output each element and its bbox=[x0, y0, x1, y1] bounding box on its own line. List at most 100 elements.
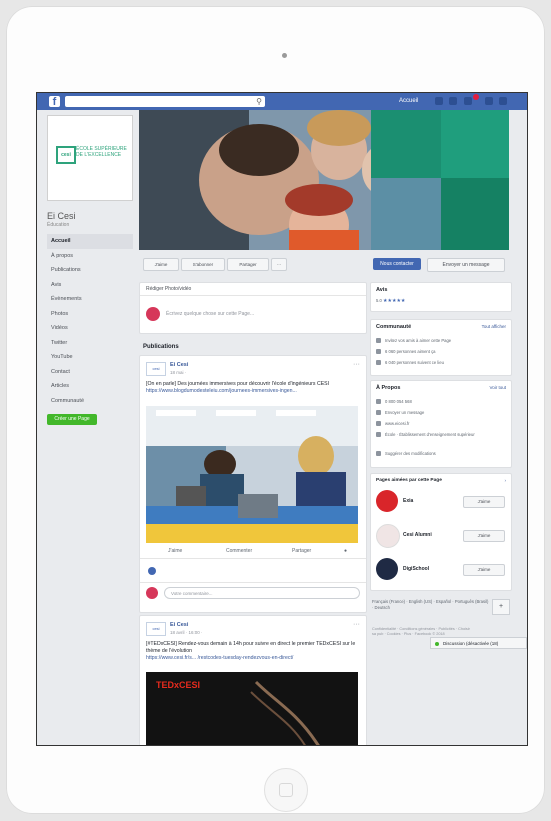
community-invite-text[interactable]: Invitez vos amis à aimer cette Page bbox=[385, 338, 451, 343]
chat-bar[interactable]: Discussion (désactivée (18) bbox=[430, 637, 527, 649]
nav-item-communaute[interactable]: Communauté bbox=[47, 394, 133, 409]
nav-item-avis[interactable]: Avis bbox=[47, 278, 133, 293]
post-options-icon[interactable]: ··· bbox=[353, 361, 360, 368]
about-category[interactable]: École · Établissement d'enseignement sup… bbox=[385, 432, 475, 437]
help-icon[interactable] bbox=[485, 97, 493, 105]
liked-page-name[interactable]: DigiSchool bbox=[403, 566, 429, 572]
ted-video-thumbnail[interactable]: TEDxCESI bbox=[146, 672, 358, 745]
category-icon bbox=[376, 432, 381, 438]
ted-logo: TEDxCESI bbox=[156, 680, 201, 690]
nav-item-twitter[interactable]: Twitter bbox=[47, 336, 133, 351]
post-date[interactable]: 18 mai · bbox=[170, 370, 186, 375]
post-author[interactable]: Ei Cesi bbox=[170, 622, 188, 628]
post-author-avatar[interactable]: cesi bbox=[146, 362, 166, 376]
about-message-line[interactable]: Envoyer un message bbox=[376, 410, 504, 416]
footer-links[interactable]: Confidentialité · Conditions générales ·… bbox=[372, 627, 472, 637]
post-link[interactable]: https://www.blogdumodesteleiu.com/journe… bbox=[146, 388, 297, 394]
language-selector[interactable]: Français (France) · English (US) · Españ… bbox=[372, 599, 490, 611]
post-actions: J'aime Commenter Partager ● bbox=[140, 544, 366, 559]
nav-item-publications[interactable]: Publications bbox=[47, 263, 133, 278]
post-share-button[interactable]: Partager bbox=[292, 544, 311, 558]
post-author[interactable]: Ei Cesi bbox=[170, 362, 188, 368]
more-options-button[interactable]: ··· bbox=[271, 258, 287, 271]
reaction-like-icon[interactable] bbox=[148, 567, 156, 575]
community-likes-text: 6 060 personnes aiment ça bbox=[385, 349, 436, 354]
share-page-button[interactable]: Partager bbox=[227, 258, 269, 271]
liked-page-like-button[interactable]: J'aime bbox=[463, 564, 505, 576]
post-text: [#TEDxCESI] Rendez-vous demain à 14h pou… bbox=[146, 641, 356, 662]
composer-input[interactable]: Écrivez quelque chose sur cette Page... bbox=[166, 311, 254, 317]
post-author-avatar[interactable]: cesi bbox=[146, 622, 166, 636]
notification-badge bbox=[473, 94, 479, 100]
nav-item-accueil[interactable]: Accueil bbox=[47, 234, 133, 249]
post-audience-icon[interactable]: ● bbox=[344, 544, 347, 558]
reviews-score: 5.0 bbox=[376, 298, 382, 303]
nav-item-photos[interactable]: Photos bbox=[47, 307, 133, 322]
chat-label[interactable]: Discussion (désactivée (18) bbox=[443, 641, 498, 646]
like-page-button[interactable]: J'aime bbox=[143, 258, 179, 271]
about-title: À Propos bbox=[376, 385, 401, 391]
cesi-logo-mark: cesi bbox=[56, 146, 76, 164]
nav-item-youtube[interactable]: YouTube bbox=[47, 350, 133, 365]
composer-avatar bbox=[146, 307, 160, 321]
post-date[interactable]: 18 avril · 16:00 · bbox=[170, 630, 203, 635]
search-icon[interactable]: ⚲ bbox=[256, 96, 262, 107]
chat-status-dot bbox=[435, 642, 439, 646]
page-name[interactable]: Ei Cesi bbox=[47, 211, 133, 221]
nav-item-contact[interactable]: Contact bbox=[47, 365, 133, 380]
post-card: cesi Ei Cesi 18 mai · ··· [On en parle] … bbox=[139, 355, 367, 613]
about-phone: 0 800 054 568 bbox=[385, 399, 412, 404]
post-card: cesi Ei Cesi 18 avril · 16:00 · ··· [#TE… bbox=[139, 615, 367, 745]
about-website-link[interactable]: www.eicesi.fr bbox=[385, 421, 409, 426]
camera-dot bbox=[282, 53, 287, 58]
facebook-logo-icon[interactable]: f bbox=[49, 96, 60, 108]
post-link[interactable]: https://www.cesi.fr/s... /restcodes-tues… bbox=[146, 655, 293, 661]
search-input[interactable]: ⚲ bbox=[65, 96, 265, 107]
reviews-title: Avis bbox=[376, 287, 388, 293]
about-see-all-link[interactable]: Voir tout bbox=[489, 385, 506, 390]
post-options-icon[interactable]: ··· bbox=[353, 621, 360, 628]
liked-pages-next-icon[interactable]: › bbox=[505, 478, 507, 483]
notifications-icon[interactable] bbox=[464, 97, 472, 105]
community-invite-line[interactable]: Invitez vos amis à aimer cette Page bbox=[376, 338, 504, 344]
nav-item-evenements[interactable]: Évènements bbox=[47, 292, 133, 307]
liked-page-avatar[interactable] bbox=[376, 558, 398, 580]
comment-input[interactable]: Votre commentaire... bbox=[164, 587, 360, 599]
messenger-icon[interactable] bbox=[449, 97, 457, 105]
about-suggest-link[interactable]: Suggérer des modifications bbox=[385, 451, 436, 456]
liked-page-avatar[interactable] bbox=[376, 524, 400, 548]
post-like-button[interactable]: J'aime bbox=[168, 544, 182, 558]
post-photo[interactable] bbox=[146, 406, 358, 543]
liked-page-name[interactable]: Exia bbox=[403, 498, 413, 504]
create-page-button[interactable]: Créer une Page bbox=[47, 414, 97, 425]
about-suggest-line[interactable]: Suggérer des modifications bbox=[376, 451, 504, 457]
invite-icon bbox=[376, 338, 381, 344]
contact-us-button[interactable]: Nous contacter bbox=[373, 258, 421, 270]
liked-page-avatar[interactable] bbox=[376, 490, 398, 512]
about-message-link[interactable]: Envoyer un message bbox=[385, 410, 424, 415]
post-comment-button[interactable]: Commenter bbox=[226, 544, 252, 558]
account-menu-icon[interactable] bbox=[499, 97, 507, 105]
add-language-button[interactable]: + bbox=[492, 599, 510, 615]
liked-page-like-button[interactable]: J'aime bbox=[463, 496, 505, 508]
liked-page-like-button[interactable]: J'aime bbox=[463, 530, 505, 542]
about-website-line[interactable]: www.eicesi.fr bbox=[376, 421, 504, 427]
facebook-top-bar: f ⚲ Accueil bbox=[37, 93, 527, 110]
topbar-home-link[interactable]: Accueil bbox=[399, 96, 418, 107]
reviews-stars: ★★★★★ bbox=[383, 298, 406, 304]
profile-picture[interactable]: cesi ÉCOLE SUPÉRIEURE DE L'EXCELLENCE bbox=[47, 115, 133, 201]
cover-photo[interactable] bbox=[139, 110, 509, 250]
follow-page-button[interactable]: S'abonner bbox=[181, 258, 225, 271]
nav-item-articles[interactable]: Articles bbox=[47, 379, 133, 394]
nav-item-videos[interactable]: Vidéos bbox=[47, 321, 133, 336]
messenger-icon bbox=[376, 410, 381, 416]
community-see-all-link[interactable]: Tout afficher bbox=[482, 324, 506, 329]
nav-item-a-propos[interactable]: À propos bbox=[47, 249, 133, 264]
home-button[interactable] bbox=[264, 768, 308, 812]
left-column: cesi ÉCOLE SUPÉRIEURE DE L'EXCELLENCE Ei… bbox=[47, 115, 133, 425]
friends-icon[interactable] bbox=[435, 97, 443, 105]
commenter-avatar bbox=[146, 587, 158, 599]
composer-tabs[interactable]: Rédiger Photo/vidéo bbox=[140, 283, 366, 296]
liked-page-name[interactable]: Cesi Alumni bbox=[403, 532, 432, 538]
send-message-button[interactable]: Envoyer un message bbox=[427, 258, 505, 272]
